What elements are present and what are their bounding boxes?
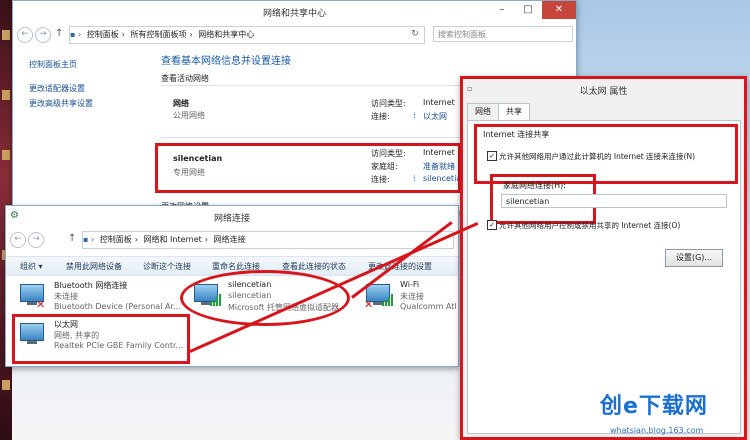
network1-name: 网络	[173, 99, 189, 108]
network1-access-label: 访问类型:	[371, 99, 406, 108]
adapter-status: 未连接	[400, 292, 424, 301]
sidebar-adapter-link[interactable]: 更改适配器设置	[29, 83, 85, 94]
up-icon[interactable]: ↑	[68, 233, 76, 244]
back-icon[interactable]: ←	[10, 232, 26, 248]
page-heading: 查看基本网络信息并设置连接	[161, 56, 291, 67]
breadcrumb-item[interactable]: 网络和共享中心	[198, 30, 254, 39]
nav-row: ← → ↑ ▪ › 控制面板 › 所有控制面板项 › 网络和共享中心 ↻ 搜索控制面…	[13, 25, 576, 47]
sidebar-home-link[interactable]: 控制面板主页	[29, 59, 77, 70]
watermark-url: whatsian.blog.163.com	[610, 426, 704, 435]
forward-icon[interactable]: →	[28, 232, 44, 248]
close-button[interactable]: ✕	[542, 1, 576, 19]
network1-conn-label: 连接:	[371, 112, 390, 121]
diagnose-button[interactable]: 诊断这个连接	[143, 261, 191, 272]
disconnected-icon: ✕	[364, 298, 374, 311]
home-network-select[interactable]: silencetian	[501, 194, 727, 208]
taskbar-icon[interactable]	[2, 380, 10, 390]
allow-control-checkbox[interactable]: ✓	[487, 220, 497, 230]
view-status-button[interactable]: 查看此连接的状态	[282, 261, 346, 272]
tab-network[interactable]: 网络	[467, 103, 499, 121]
watermark-logo: 创e下载网	[600, 394, 708, 419]
search-input[interactable]: 搜索控制面板	[433, 26, 573, 42]
dialog-title: 以太网 属性	[579, 87, 628, 97]
adapter-device: Qualcomm Ath	[400, 302, 456, 311]
sidebar-advanced-link[interactable]: 更改高级共享设置	[29, 98, 93, 109]
highlight-box	[155, 143, 461, 193]
taskbar-icon[interactable]	[2, 150, 10, 160]
nav-row: ← → ↑ ▪ › 控制面板 › 网络和 Internet › 网络连接	[6, 230, 458, 252]
signal-icon	[382, 294, 394, 306]
up-icon[interactable]: ↑	[55, 28, 63, 39]
network1-type: 公用网络	[173, 111, 205, 120]
adapter-device: Bluetooth Device (Personal Ar...	[54, 302, 181, 311]
allow-share-label: 允许其他网络用户通过此计算机的 Internet 连接来连接(N)	[499, 152, 696, 161]
adapter-bluetooth[interactable]: ✕ Bluetooth 网络连接 未连接 Bluetooth Device (P…	[20, 280, 200, 316]
refresh-icon[interactable]: ↻	[408, 28, 422, 42]
adapter-name: Bluetooth 网络连接	[54, 281, 128, 290]
network1-conn-link[interactable]: 以太网	[423, 111, 447, 122]
address-bar[interactable]: ▪ › 控制面板 › 所有控制面板项 › 网络和共享中心	[69, 26, 425, 44]
breadcrumb-item[interactable]: 网络连接	[214, 235, 246, 244]
title-bar: 网络和共享中心 – □ ✕	[13, 1, 576, 23]
minimize-button[interactable]: –	[490, 1, 514, 19]
ethernet-icon: ⁞	[413, 111, 416, 120]
adapter-status: 未连接	[54, 292, 78, 301]
settings-button[interactable]: 设置(G)...	[665, 249, 723, 267]
breadcrumb-item[interactable]: 所有控制面板项	[130, 30, 186, 39]
window-title: 网络连接	[213, 214, 250, 224]
breadcrumb-item[interactable]: 控制面板	[100, 235, 132, 244]
back-icon[interactable]: ←	[17, 27, 33, 43]
taskbar-icon[interactable]	[2, 30, 10, 40]
network1-access-value: Internet	[423, 98, 455, 107]
breadcrumb-item[interactable]: 控制面板	[87, 30, 119, 39]
maximize-button[interactable]: □	[516, 1, 540, 19]
ics-group-label: Internet 连接共享	[483, 130, 550, 139]
breadcrumb-item[interactable]: 网络和 Internet	[143, 235, 201, 244]
disconnected-icon: ✕	[36, 298, 46, 311]
address-bar[interactable]: ▪ › 控制面板 › 网络和 Internet › 网络连接	[82, 231, 454, 249]
title-bar: ▫ 以太网 属性	[463, 79, 744, 101]
adapter-name: Wi-Fi	[400, 280, 420, 289]
active-networks-label: 查看活动网络	[161, 74, 209, 83]
allow-control-label: 允许其他网络用户控制或禁用共享的 Internet 连接(O)	[499, 221, 681, 230]
taskbar-icon[interactable]	[2, 90, 10, 100]
disable-device-button[interactable]: 禁用此网络设备	[66, 261, 122, 272]
forward-icon[interactable]: →	[35, 27, 51, 43]
allow-share-checkbox[interactable]: ✓	[487, 151, 497, 161]
highlight-box	[12, 314, 190, 364]
adapter-wifi[interactable]: ✕ Wi-Fi 未连接 Qualcomm Ath	[364, 280, 456, 316]
title-bar: ⚙ 网络连接	[6, 206, 458, 228]
organize-menu[interactable]: 组织 ▾	[20, 261, 43, 272]
home-network-label: 家庭网络连接(H):	[503, 181, 566, 190]
tab-sharing[interactable]: 共享	[498, 103, 530, 121]
